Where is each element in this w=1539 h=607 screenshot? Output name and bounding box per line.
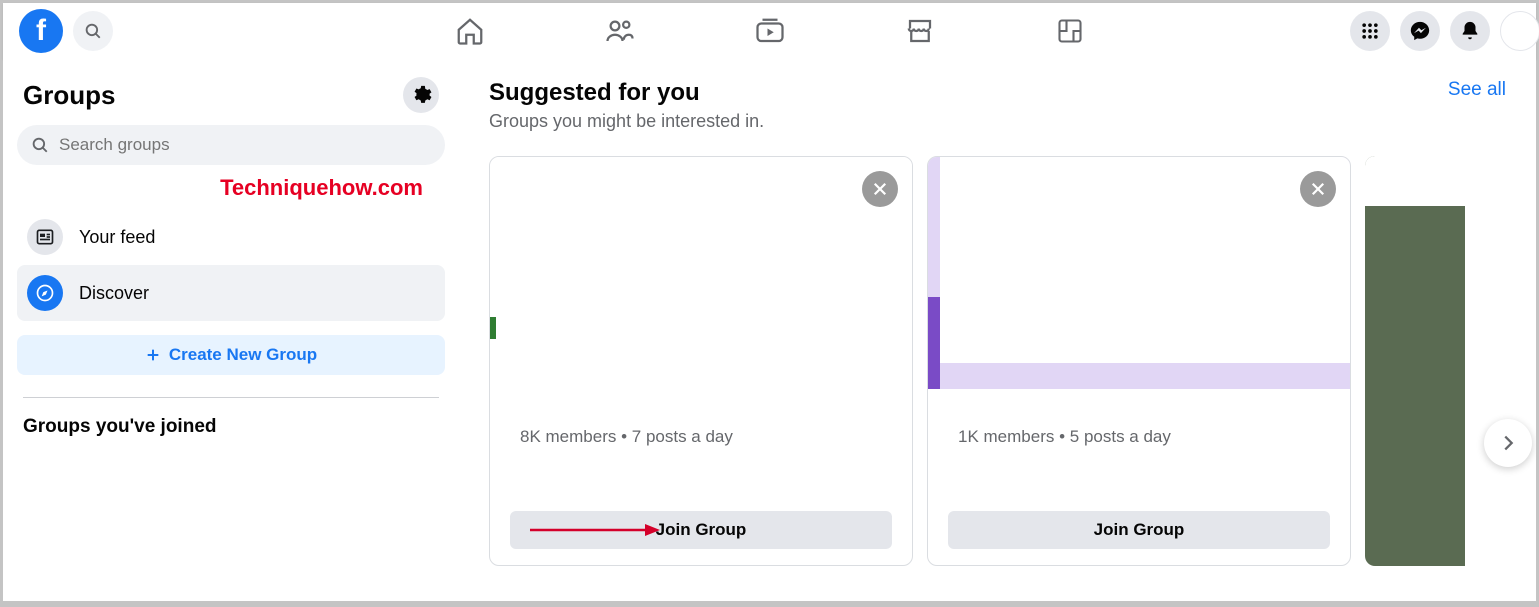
search-groups-field[interactable] <box>17 125 445 165</box>
nav-home[interactable] <box>450 11 490 51</box>
group-card-peek[interactable] <box>1365 156 1465 566</box>
plus-icon <box>145 347 161 363</box>
menu-grid-icon <box>1360 21 1380 41</box>
groups-joined-heading: Groups you've joined <box>17 416 445 438</box>
carousel-next-button[interactable] <box>1484 419 1532 467</box>
group-cover-image <box>490 157 912 389</box>
notifications-button[interactable] <box>1450 11 1490 51</box>
suggested-title: Suggested for you <box>489 79 764 107</box>
sidebar-item-label: Your feed <box>79 227 155 248</box>
messenger-icon <box>1409 20 1431 42</box>
top-nav: f <box>3 3 1536 59</box>
search-groups-input[interactable] <box>59 135 431 155</box>
watch-icon <box>755 16 785 46</box>
annotation-arrow-icon <box>530 522 660 538</box>
nav-gaming[interactable] <box>1050 11 1090 51</box>
sidebar-title: Groups <box>23 80 115 111</box>
messenger-button[interactable] <box>1400 11 1440 51</box>
compass-icon <box>35 283 55 303</box>
sidebar-item-label: Discover <box>79 283 149 304</box>
facebook-logo[interactable]: f <box>19 9 63 53</box>
gaming-icon <box>1056 17 1084 45</box>
main-content: Suggested for you Groups you might be in… <box>455 59 1536 601</box>
nav-friends[interactable] <box>600 11 640 51</box>
group-card[interactable]: 8K members • 7 posts a day Join Group <box>489 156 913 566</box>
close-icon <box>871 180 889 198</box>
create-new-group-button[interactable]: Create New Group <box>17 335 445 375</box>
group-meta: 8K members • 7 posts a day <box>520 427 882 447</box>
group-cards-row: 8K members • 7 posts a day Join Group 1K… <box>489 156 1506 566</box>
groups-sidebar: Groups Techniquehow.com Your feed <box>3 59 455 601</box>
marketplace-icon <box>905 16 935 46</box>
sidebar-item-discover[interactable]: Discover <box>17 265 445 321</box>
gear-icon <box>410 84 432 106</box>
account-avatar[interactable] <box>1500 11 1539 51</box>
join-group-label: Join Group <box>656 520 747 539</box>
feed-icon <box>35 227 55 247</box>
join-group-button[interactable]: Join Group <box>948 511 1330 549</box>
group-cover-image <box>928 157 1350 389</box>
right-nav <box>1350 11 1520 51</box>
group-meta: 1K members • 5 posts a day <box>958 427 1320 447</box>
discover-icon-wrap <box>27 275 63 311</box>
create-new-group-label: Create New Group <box>169 345 317 365</box>
search-icon <box>84 22 102 40</box>
bell-icon <box>1459 20 1481 42</box>
home-icon <box>455 16 485 46</box>
see-all-link[interactable]: See all <box>1448 79 1506 101</box>
menu-button[interactable] <box>1350 11 1390 51</box>
sidebar-item-your-feed[interactable]: Your feed <box>17 209 445 265</box>
watermark-text: Techniquehow.com <box>17 175 445 201</box>
feed-icon-wrap <box>27 219 63 255</box>
nav-watch[interactable] <box>750 11 790 51</box>
sidebar-divider <box>23 397 439 398</box>
friends-icon <box>605 16 635 46</box>
suggested-subtitle: Groups you might be interested in. <box>489 111 764 132</box>
center-nav <box>450 11 1090 51</box>
group-card[interactable]: 1K members • 5 posts a day Join Group <box>927 156 1351 566</box>
global-search-button[interactable] <box>73 11 113 51</box>
chevron-right-icon <box>1497 432 1519 454</box>
close-icon <box>1309 180 1327 198</box>
search-icon <box>31 136 49 154</box>
dismiss-card-button[interactable] <box>862 171 898 207</box>
join-group-label: Join Group <box>1094 520 1185 539</box>
join-group-button[interactable]: Join Group <box>510 511 892 549</box>
groups-settings-button[interactable] <box>403 77 439 113</box>
nav-marketplace[interactable] <box>900 11 940 51</box>
dismiss-card-button[interactable] <box>1300 171 1336 207</box>
